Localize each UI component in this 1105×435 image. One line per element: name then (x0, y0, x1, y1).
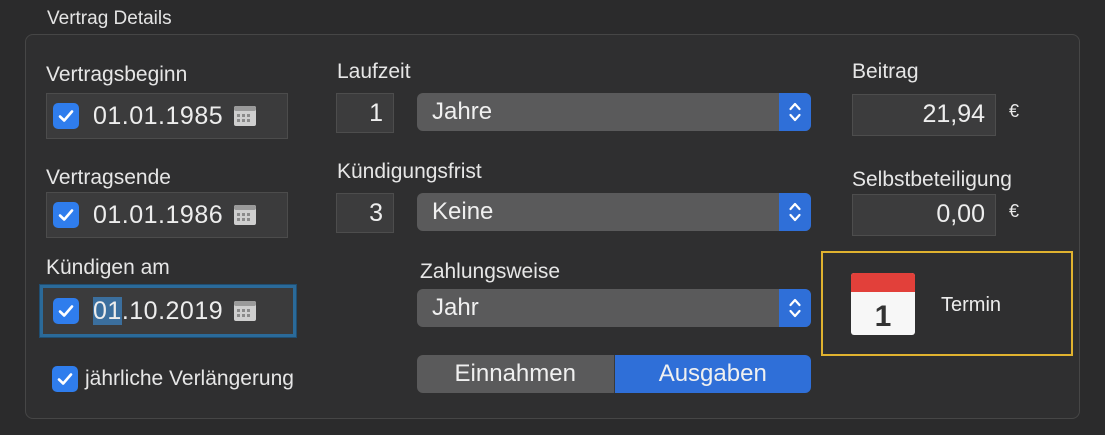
vertragsbeginn-date-field[interactable]: 01.01.1985 (46, 93, 288, 139)
calendar-icon[interactable] (233, 104, 257, 128)
selbstbeteiligung-currency: € (1009, 201, 1020, 221)
kuendigungsfrist-unit-popup[interactable]: Keine (417, 193, 811, 231)
beitrag-field[interactable]: 21,94 (852, 94, 996, 136)
vertragsbeginn-label: Vertragsbeginn (46, 63, 188, 86)
calendar-icon[interactable] (233, 299, 257, 323)
annual-renewal-option[interactable]: jährliche Verlängerung (52, 366, 294, 392)
kuendigen-am-label: Kündigen am (46, 256, 170, 279)
checkmark-icon (58, 110, 74, 122)
popup-arrows-icon (779, 193, 811, 231)
annual-renewal-checkbox[interactable] (52, 366, 78, 392)
kuendigen-am-checkbox[interactable] (53, 298, 79, 324)
checkmark-icon (57, 373, 73, 385)
date-remainder[interactable]: .10.2019 (122, 297, 223, 325)
segment-ausgaben[interactable]: Ausgaben (614, 355, 811, 393)
laufzeit-number-field[interactable]: 1 (336, 93, 394, 133)
kuendigungsfrist-label: Kündigungsfrist (337, 160, 482, 183)
vertragsende-checkbox[interactable] (53, 202, 79, 228)
laufzeit-label: Laufzeit (337, 60, 411, 83)
selbstbeteiligung-label: Selbstbeteiligung (852, 168, 1012, 191)
checkmark-icon (58, 209, 74, 221)
calendar-icon-day: 1 (875, 300, 892, 333)
popup-arrows-icon (779, 289, 811, 327)
vertragsende-date-value[interactable]: 01.01.1986 (93, 201, 223, 230)
kuendigungsfrist-number-field[interactable]: 3 (336, 193, 394, 233)
beitrag-currency: € (1009, 101, 1020, 121)
kuendigungsfrist-unit-value: Keine (432, 198, 494, 225)
vertragsende-date-field[interactable]: 01.01.1986 (46, 192, 288, 238)
beitrag-label: Beitrag (852, 60, 919, 83)
termin-label: Termin (941, 294, 1002, 316)
annual-renewal-label: jährliche Verlängerung (85, 367, 294, 390)
kuendigen-am-date-field[interactable]: 01.10.2019 (40, 285, 296, 337)
kuendigen-am-date-value[interactable]: 01.10.2019 (93, 296, 223, 326)
calendar-icon: 1 (851, 273, 915, 335)
group-title: Vertrag Details (47, 8, 172, 29)
vertragsbeginn-checkbox[interactable] (53, 103, 79, 129)
zahlungsweise-label: Zahlungsweise (420, 260, 561, 283)
vertragsende-label: Vertragsende (46, 166, 171, 189)
zahlungsweise-popup[interactable]: Jahr (417, 289, 811, 327)
checkmark-icon (58, 305, 74, 317)
popup-arrows-icon (779, 93, 811, 131)
zahlungsweise-value: Jahr (432, 294, 479, 321)
vertragsbeginn-date-value[interactable]: 01.01.1985 (93, 102, 223, 131)
calendar-icon[interactable] (233, 203, 257, 227)
selbstbeteiligung-field[interactable]: 0,00 (852, 194, 996, 236)
segment-einnahmen[interactable]: Einnahmen (417, 355, 615, 393)
laufzeit-unit-value: Jahre (432, 98, 493, 125)
termin-button[interactable]: 1 Termin (821, 251, 1073, 356)
income-expense-segmented-control[interactable]: Einnahmen Ausgaben (417, 355, 811, 393)
selected-date-segment[interactable]: 01 (93, 296, 122, 325)
laufzeit-unit-popup[interactable]: Jahre (417, 93, 811, 131)
